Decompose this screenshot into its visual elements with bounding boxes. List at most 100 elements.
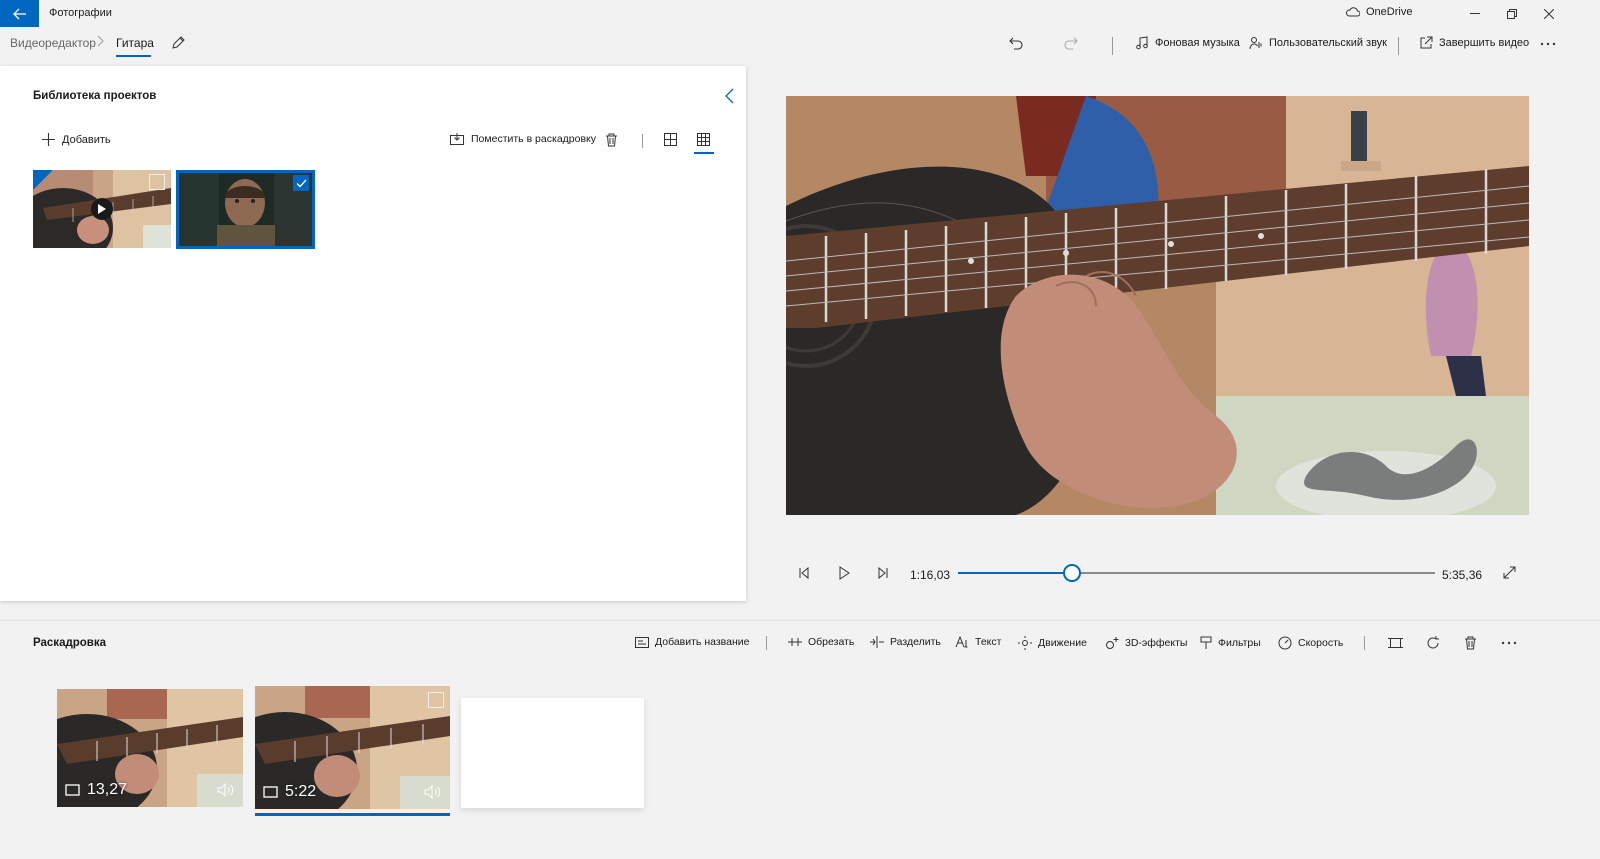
place-in-storyboard-button[interactable]: Поместить в раскадровку <box>450 133 596 145</box>
clip-volume-button[interactable] <box>217 783 235 797</box>
remove-black-bars-button[interactable] <box>1388 636 1403 650</box>
add-media-button[interactable]: Добавить <box>42 133 111 146</box>
breadcrumb-separator <box>96 35 104 47</box>
previous-frame-button[interactable] <box>797 566 811 580</box>
motion-icon <box>1018 636 1032 650</box>
library-item-video[interactable] <box>176 170 315 249</box>
toolbar-divider <box>1112 37 1113 55</box>
project-library-panel: Библиотека проектов Добавить Поместить в… <box>0 66 746 601</box>
trash-icon <box>606 133 617 147</box>
storyboard-empty-slot[interactable] <box>461 698 644 808</box>
sparkle-icon <box>1106 637 1119 649</box>
more-options-button[interactable] <box>1540 36 1556 52</box>
in-storyboard-marker <box>33 170 53 190</box>
clip-checkbox[interactable] <box>428 692 444 708</box>
onedrive-button[interactable]: OneDrive <box>1345 6 1412 18</box>
clip-duration-label: 13,27 <box>87 781 128 798</box>
delete-clip-button[interactable] <box>1464 636 1477 650</box>
speedometer-icon <box>1278 636 1292 650</box>
speed-label: Скорость <box>1298 637 1344 649</box>
storyboard-more-button[interactable] <box>1501 636 1517 650</box>
finish-video-button[interactable]: Завершить видео <box>1419 36 1529 50</box>
split-icon <box>870 636 884 648</box>
add-title-card-button[interactable]: Добавить название <box>635 636 749 648</box>
arrow-left-icon <box>12 8 26 19</box>
undo-icon <box>1009 37 1023 50</box>
delete-media-button[interactable] <box>605 133 618 147</box>
trim-label: Обрезать <box>808 636 855 648</box>
close-window-button[interactable] <box>1530 0 1567 27</box>
close-icon <box>1543 8 1554 19</box>
toolbar-divider <box>1398 37 1399 55</box>
selected-clip-indicator <box>255 813 450 816</box>
rename-project-button[interactable] <box>170 35 186 51</box>
speed-button[interactable]: Скорость <box>1278 636 1343 650</box>
trash-icon <box>1465 636 1476 650</box>
breadcrumb-root[interactable]: Видеоредактор <box>10 36 96 50</box>
storyboard-title: Раскадровка <box>33 637 107 649</box>
grid-large-icon <box>664 133 677 146</box>
video-clip-icon <box>263 786 278 798</box>
onedrive-label: OneDrive <box>1366 6 1413 18</box>
breadcrumb-current: Гитара <box>116 36 154 50</box>
split-label: Разделить <box>890 636 941 648</box>
small-grid-view-button[interactable] <box>697 133 710 146</box>
text-label: Текст <box>975 636 1002 648</box>
clip-duration: 13,27 <box>65 781 127 799</box>
video-clip-icon <box>65 784 80 796</box>
filter-brush-icon <box>1200 636 1212 649</box>
minimize-button[interactable] <box>1456 0 1493 27</box>
item-checkbox-checked[interactable] <box>293 175 309 191</box>
fullscreen-button[interactable] <box>1503 566 1516 579</box>
storyboard-clip-selected[interactable]: 5:22 <box>255 686 450 809</box>
place-in-storyboard-label: Поместить в раскадровку <box>471 133 597 145</box>
preview-frame-image <box>786 96 1529 515</box>
trim-button[interactable]: Обрезать <box>788 636 854 648</box>
grid-small-icon <box>697 133 710 146</box>
video-preview[interactable] <box>786 96 1529 515</box>
large-grid-view-button[interactable] <box>664 133 677 146</box>
volume-icon <box>217 783 234 797</box>
item-checkbox[interactable] <box>149 174 165 190</box>
library-divider <box>642 134 643 148</box>
collapse-library-button[interactable] <box>724 88 736 104</box>
clip-duration: 5:22 <box>263 783 316 801</box>
back-button[interactable] <box>0 0 39 27</box>
text-button[interactable]: Текст <box>955 636 1001 648</box>
3d-effects-button[interactable]: 3D-эффекты <box>1105 636 1187 650</box>
command-bar: Видеоредактор Гитара Фоновая музыка Поль… <box>0 27 1600 65</box>
current-time: 1:16,03 <box>910 568 951 582</box>
storyboard-clip[interactable]: 13,27 <box>57 689 243 807</box>
play-button[interactable] <box>837 566 851 580</box>
rotate-button[interactable] <box>1426 636 1440 650</box>
minimize-icon <box>1469 13 1480 14</box>
background-music-button[interactable]: Фоновая музыка <box>1135 36 1240 50</box>
title-card-icon <box>635 636 649 648</box>
storyboard-divider-line <box>1364 636 1365 650</box>
step-back-icon <box>799 566 809 580</box>
checkmark-icon <box>296 179 306 187</box>
undo-button[interactable] <box>1008 36 1024 52</box>
next-frame-button[interactable] <box>876 566 890 580</box>
library-item-video[interactable] <box>33 170 171 248</box>
filters-button[interactable]: Фильтры <box>1200 636 1261 650</box>
restore-button[interactable] <box>1493 0 1530 27</box>
library-title: Библиотека проектов <box>33 90 157 102</box>
view-indicator <box>694 152 714 154</box>
play-icon[interactable] <box>91 198 113 220</box>
place-in-storyboard-icon <box>450 133 464 145</box>
text-icon <box>955 636 968 648</box>
seek-bar-progress <box>958 572 1072 574</box>
clip-volume-button[interactable] <box>424 785 442 799</box>
custom-audio-button[interactable]: Пользовательский звук <box>1249 36 1387 50</box>
motion-button[interactable]: Движение <box>1018 636 1087 650</box>
seek-bar-thumb[interactable] <box>1063 564 1081 582</box>
title-bar: Фотографии OneDrive <box>0 0 1600 27</box>
3d-effects-label: 3D-эффекты <box>1125 637 1188 649</box>
add-title-card-label: Добавить название <box>655 636 750 648</box>
total-time: 5:35,36 <box>1442 568 1483 582</box>
motion-label: Движение <box>1038 637 1087 649</box>
rotate-icon <box>1427 636 1439 649</box>
redo-button[interactable] <box>1063 36 1079 52</box>
split-button[interactable]: Разделить <box>870 636 941 648</box>
